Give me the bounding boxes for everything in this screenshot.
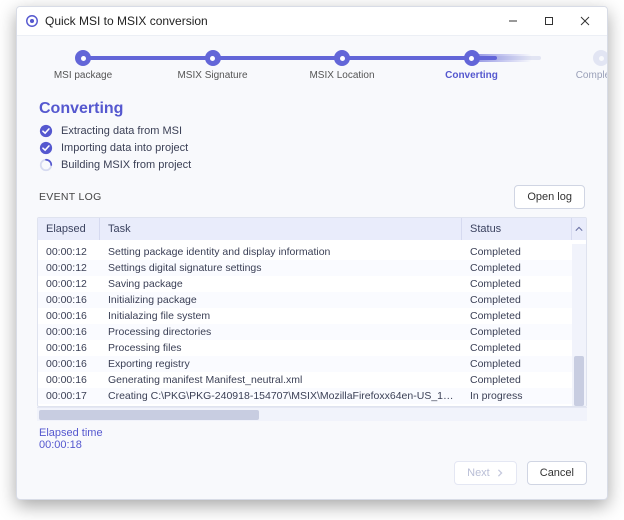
progress-task: Building MSIX from project xyxy=(39,158,585,172)
table-body: 00:00:12Setting package identity and dis… xyxy=(38,244,586,406)
maximize-button[interactable] xyxy=(531,7,567,35)
cell-elapsed: 00:00:16 xyxy=(38,340,100,356)
open-log-label: Open log xyxy=(527,191,572,203)
cell-status: Completed xyxy=(462,260,572,276)
table-row[interactable]: 00:00:16Processing filesCompleted xyxy=(38,340,586,356)
step-msix-location: MSIX Location xyxy=(306,50,378,81)
cell-task: Initializing package xyxy=(100,292,462,308)
elapsed-time: Elapsed time 00:00:18 xyxy=(17,421,607,451)
cell-status: Completed xyxy=(462,356,572,372)
step-label: Completion xyxy=(565,70,608,81)
table-row[interactable]: 00:00:16Initializing packageCompleted xyxy=(38,292,586,308)
step-msi-package: MSI package xyxy=(47,50,119,81)
vertical-scroll-thumb[interactable] xyxy=(574,356,584,406)
progress-task: Extracting data from MSI xyxy=(39,124,585,138)
cell-status: Completed xyxy=(462,292,572,308)
step-label: MSIX Signature xyxy=(177,70,249,81)
minimize-button[interactable] xyxy=(495,7,531,35)
app-icon xyxy=(25,14,39,28)
table-row[interactable]: 00:00:16Exporting registryCompleted xyxy=(38,356,586,372)
next-button: Next xyxy=(454,461,517,485)
cell-status: Completed xyxy=(462,340,572,356)
page-heading: Converting xyxy=(39,100,585,118)
cell-task: Initialazing file system xyxy=(100,308,462,324)
cancel-label: Cancel xyxy=(540,467,574,479)
step-converting: Converting xyxy=(436,50,508,81)
cell-task: Processing files xyxy=(100,340,462,356)
event-log-table: Elapsed Task Status 00:00:12Setting pack… xyxy=(37,217,587,407)
close-button[interactable] xyxy=(567,7,603,35)
cell-elapsed: 00:00:16 xyxy=(38,292,100,308)
cell-task: Settings digital signature settings xyxy=(100,260,462,276)
cell-status: Completed xyxy=(462,324,572,340)
scroll-up-button[interactable] xyxy=(572,218,586,240)
event-log-header: EVENT LOG Open log xyxy=(17,181,607,215)
cell-status: Completed xyxy=(462,276,572,292)
cell-elapsed: 00:00:12 xyxy=(38,276,100,292)
cell-task: Generating manifest Manifest_neutral.xml xyxy=(100,372,462,388)
cancel-button[interactable]: Cancel xyxy=(527,461,587,485)
cell-status: Completed xyxy=(462,308,572,324)
table-row[interactable]: 00:00:17Creating C:\PKG\PKG-240918-15470… xyxy=(38,388,586,404)
table-row[interactable]: 00:00:12Settings digital signature setti… xyxy=(38,260,586,276)
check-icon xyxy=(39,141,53,155)
step-label: MSI package xyxy=(47,70,119,81)
step-msix-signature: MSIX Signature xyxy=(177,50,249,81)
progress-task-label: Extracting data from MSI xyxy=(61,125,182,137)
table-row[interactable]: 00:00:16Processing directoriesCompleted xyxy=(38,324,586,340)
horizontal-scrollbar[interactable] xyxy=(37,407,587,421)
col-status[interactable]: Status xyxy=(462,218,572,240)
wizard-footer: Next Cancel xyxy=(17,451,607,499)
cell-status: Completed xyxy=(462,372,572,388)
step-label: Converting xyxy=(436,70,508,81)
titlebar: Quick MSI to MSIX conversion xyxy=(17,7,607,36)
check-icon xyxy=(39,124,53,138)
cell-elapsed: 00:00:12 xyxy=(38,260,100,276)
table-header-row: Elapsed Task Status xyxy=(38,218,586,240)
cell-status: Completed xyxy=(462,244,572,260)
table-row[interactable]: 00:00:12Setting package identity and dis… xyxy=(38,244,586,260)
cell-elapsed: 00:00:12 xyxy=(38,244,100,260)
cell-elapsed: 00:00:16 xyxy=(38,356,100,372)
progress-task: Importing data into project xyxy=(39,141,585,155)
cell-status: In progress xyxy=(462,388,572,404)
wizard-stepper: MSI package MSIX Signature MSIX Location Co… xyxy=(17,36,607,92)
spinner-icon xyxy=(39,158,53,172)
col-task[interactable]: Task xyxy=(100,218,462,240)
cell-elapsed: 00:00:16 xyxy=(38,308,100,324)
event-log-label: EVENT LOG xyxy=(39,191,514,203)
step-label: MSIX Location xyxy=(306,70,378,81)
vertical-scrollbar[interactable] xyxy=(572,244,586,406)
progress-task-label: Importing data into project xyxy=(61,142,188,154)
cell-elapsed: 00:00:16 xyxy=(38,372,100,388)
cell-task: Setting package identity and display inf… xyxy=(100,244,462,260)
cell-task: Processing directories xyxy=(100,324,462,340)
window-title: Quick MSI to MSIX conversion xyxy=(45,14,495,28)
cell-task: Exporting registry xyxy=(100,356,462,372)
table-row[interactable]: 00:00:16Initialazing file systemComplete… xyxy=(38,308,586,324)
open-log-button[interactable]: Open log xyxy=(514,185,585,209)
step-completion: Completion xyxy=(565,50,608,81)
app-window: Quick MSI to MSIX conversion MSI package… xyxy=(16,6,608,500)
elapsed-value: 00:00:18 xyxy=(39,439,585,451)
cell-elapsed: 00:00:16 xyxy=(38,324,100,340)
horizontal-scroll-thumb[interactable] xyxy=(39,410,259,420)
progress-task-label: Building MSIX from project xyxy=(61,159,191,171)
elapsed-label: Elapsed time xyxy=(39,427,585,439)
next-label: Next xyxy=(467,467,490,479)
cell-task: Creating C:\PKG\PKG-240918-154707\MSIX\M… xyxy=(100,388,462,404)
col-elapsed[interactable]: Elapsed xyxy=(38,218,100,240)
table-row[interactable]: 00:00:16Generating manifest Manifest_neu… xyxy=(38,372,586,388)
progress-section: Converting Extracting data from MSI Impor… xyxy=(17,92,607,181)
table-row[interactable]: 00:00:12Saving packageCompleted xyxy=(38,276,586,292)
cell-elapsed: 00:00:17 xyxy=(38,388,100,404)
cell-task: Saving package xyxy=(100,276,462,292)
